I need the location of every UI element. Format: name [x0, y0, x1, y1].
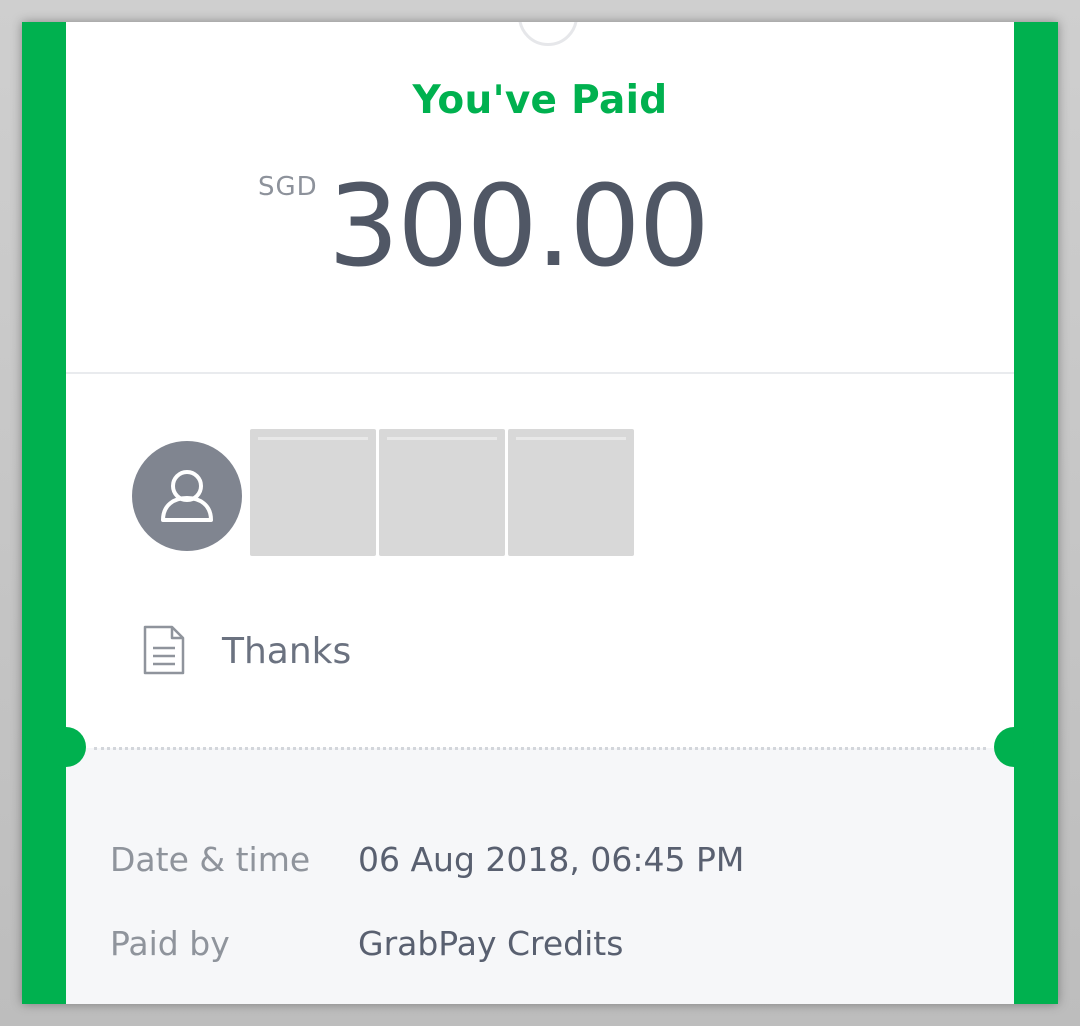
- receipt-card: You've Paid SGD 300.00 Thanks Date & tim…: [46, 22, 1034, 1004]
- detail-label-date-time: Date & time: [110, 840, 311, 879]
- document-icon: [142, 624, 188, 676]
- payment-status-title: You've Paid: [412, 78, 668, 123]
- ticket-notch-left: [46, 727, 86, 767]
- detail-label-paid-by: Paid by: [110, 924, 230, 963]
- redacted-recipient-name-block: [508, 429, 634, 556]
- top-badge-ring: [518, 22, 578, 46]
- ticket-notch-right: [994, 727, 1034, 767]
- redacted-recipient-name-block: [250, 429, 376, 556]
- payment-note: Thanks: [222, 631, 352, 672]
- screenshot-frame: You've Paid SGD 300.00 Thanks Date & tim…: [0, 0, 1080, 1026]
- detail-value-paid-by: GrabPay Credits: [358, 924, 624, 963]
- recipient-avatar: [132, 441, 242, 551]
- user-icon: [161, 470, 213, 522]
- detail-value-date-time: 06 Aug 2018, 06:45 PM: [358, 840, 745, 879]
- redacted-recipient-name-block: [379, 429, 505, 556]
- currency-code: SGD: [258, 172, 318, 202]
- section-divider: [66, 372, 1014, 374]
- payment-amount: 300.00: [328, 162, 710, 292]
- perforation-divider: [94, 747, 986, 750]
- app-screen: You've Paid SGD 300.00 Thanks Date & tim…: [22, 22, 1058, 1004]
